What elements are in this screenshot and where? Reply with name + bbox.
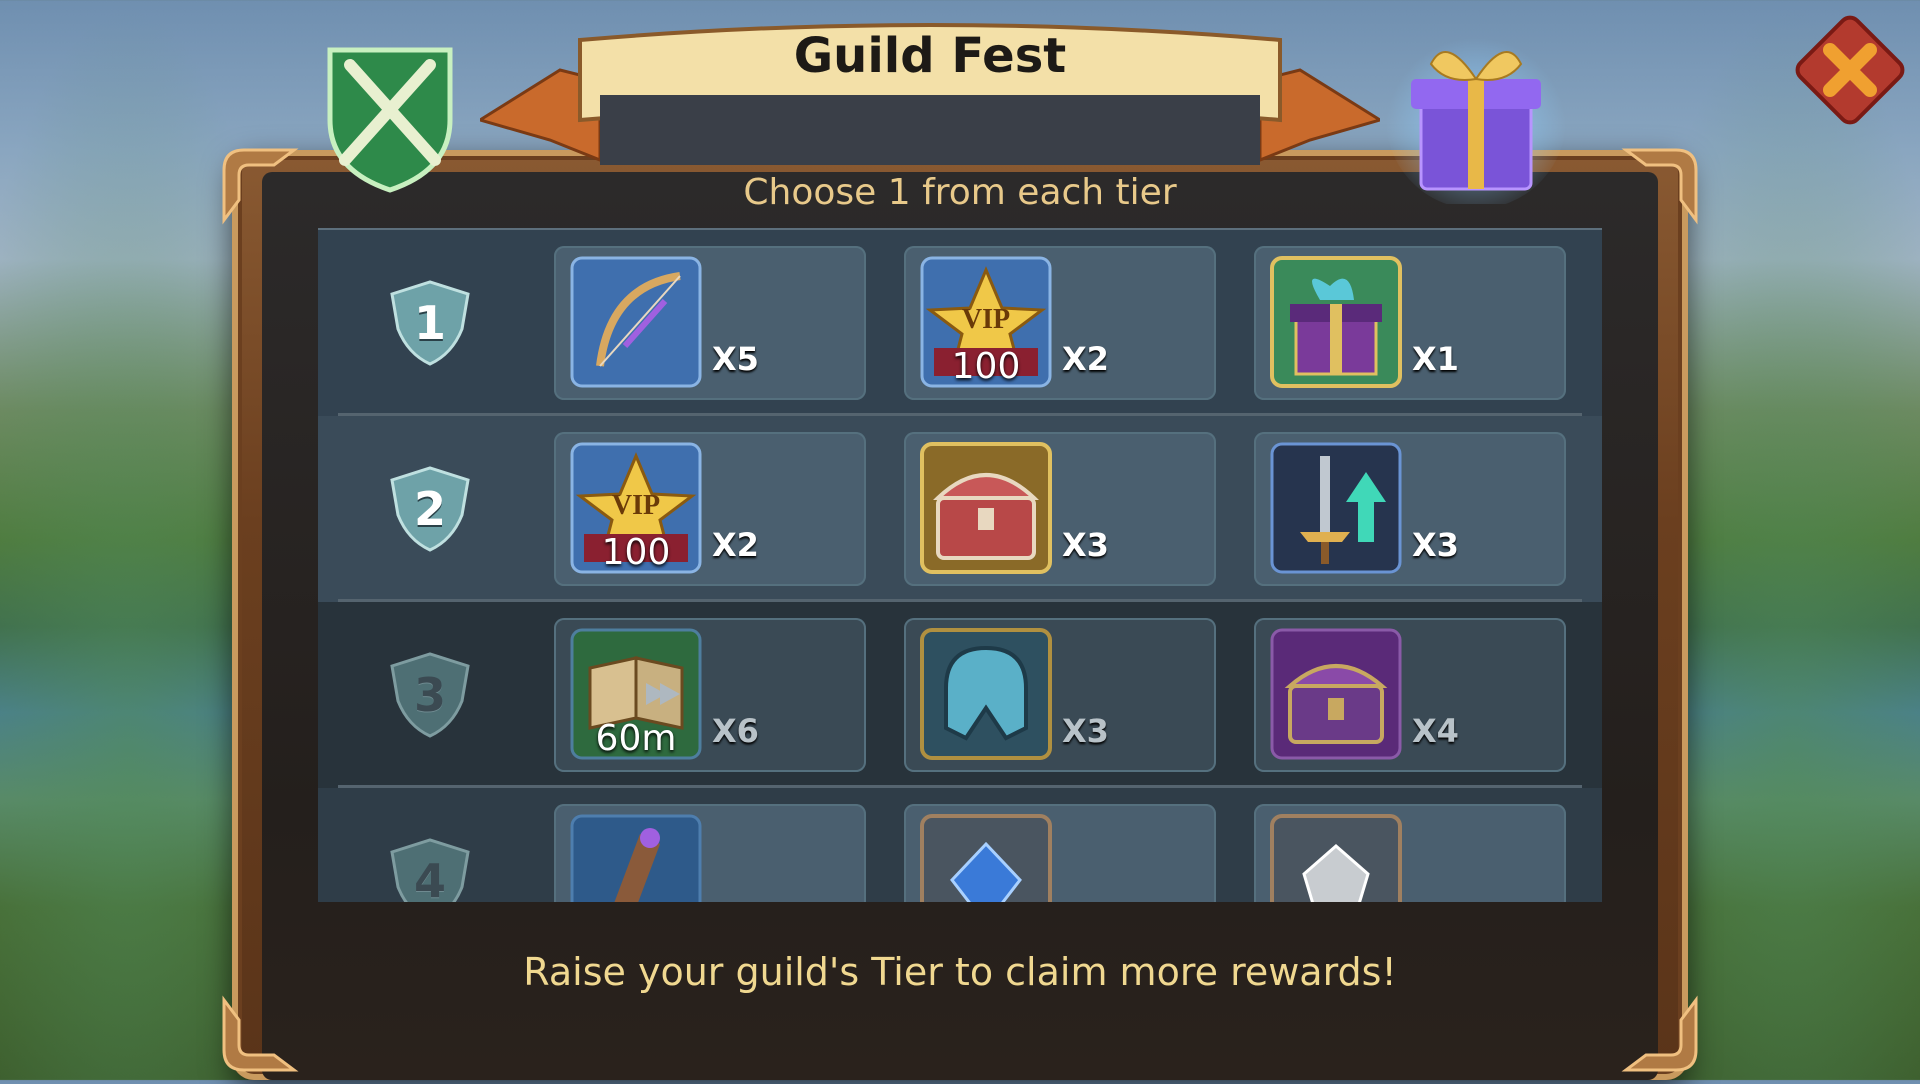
white-gem-icon bbox=[1270, 814, 1402, 902]
reward-item[interactable]: X4 bbox=[1254, 618, 1566, 772]
tier-row-4: 4 bbox=[318, 788, 1602, 902]
blue-gem-icon bbox=[920, 814, 1052, 902]
gift-box-icon bbox=[1270, 256, 1402, 388]
svg-text:VIP: VIP bbox=[962, 304, 1010, 335]
tier-row-2: 2 VIP 100 X2 X3 X3 bbox=[318, 416, 1602, 602]
subtitle: Choose 1 from each tier bbox=[743, 172, 1177, 213]
close-icon bbox=[1795, 15, 1905, 125]
reward-item[interactable]: X3 bbox=[1254, 432, 1566, 586]
reward-quantity: X5 bbox=[712, 340, 759, 378]
scroll-staff-icon bbox=[570, 814, 702, 902]
tier-number: 4 bbox=[413, 854, 446, 902]
reward-item[interactable]: X5 bbox=[554, 246, 866, 400]
reward-item[interactable] bbox=[554, 804, 866, 902]
treasure-chest-icon bbox=[920, 442, 1052, 574]
bow-icon bbox=[570, 256, 702, 388]
reward-item[interactable]: X3 bbox=[904, 618, 1216, 772]
vip-amount: 100 bbox=[601, 532, 671, 573]
reward-quantity: X2 bbox=[712, 526, 759, 564]
purple-chest-icon bbox=[1270, 628, 1402, 760]
reward-quantity: X6 bbox=[712, 712, 759, 750]
close-button[interactable] bbox=[1790, 10, 1910, 130]
page-title: Guild Fest bbox=[793, 28, 1067, 84]
tier-number: 2 bbox=[413, 482, 446, 536]
reward-item[interactable] bbox=[904, 804, 1216, 902]
vip-amount: 100 bbox=[951, 346, 1021, 387]
tier-row-1: 1 X5 VIP 100 X2 X1 bbox=[318, 230, 1602, 416]
title-banner: Guild Fest bbox=[476, 10, 1384, 170]
ornament-bottom-right bbox=[1616, 990, 1706, 1080]
tier-number: 3 bbox=[413, 668, 446, 722]
reward-item[interactable]: VIP 100 X2 bbox=[554, 432, 866, 586]
reward-quantity: X1 bbox=[1412, 340, 1459, 378]
reward-quantity: X3 bbox=[1412, 526, 1459, 564]
tier-row-3: 3 60m X6 X3 X4 bbox=[318, 602, 1602, 788]
reward-quantity: X4 bbox=[1412, 712, 1459, 750]
helmet-icon bbox=[920, 628, 1052, 760]
reward-item[interactable] bbox=[1254, 804, 1566, 902]
sword-upgrade-icon bbox=[1270, 442, 1402, 574]
footer-message: Raise your guild's Tier to claim more re… bbox=[523, 950, 1397, 994]
reward-quantity: X3 bbox=[1062, 526, 1109, 564]
reward-item[interactable]: X1 bbox=[1254, 246, 1566, 400]
ornament-bottom-left bbox=[214, 990, 304, 1080]
svg-text:VIP: VIP bbox=[612, 490, 660, 521]
reward-quantity: X2 bbox=[1062, 340, 1109, 378]
reward-item[interactable]: VIP 100 X2 bbox=[904, 246, 1216, 400]
reward-quantity: X3 bbox=[1062, 712, 1109, 750]
reward-item[interactable]: 60m X6 bbox=[554, 618, 866, 772]
tier-number: 1 bbox=[413, 296, 446, 350]
speedup-duration: 60m bbox=[595, 718, 677, 759]
reward-table: 1 X5 VIP 100 X2 X1 2 VIP 100 X2 X3 X3 3 … bbox=[318, 228, 1602, 902]
reward-item[interactable]: X3 bbox=[904, 432, 1216, 586]
